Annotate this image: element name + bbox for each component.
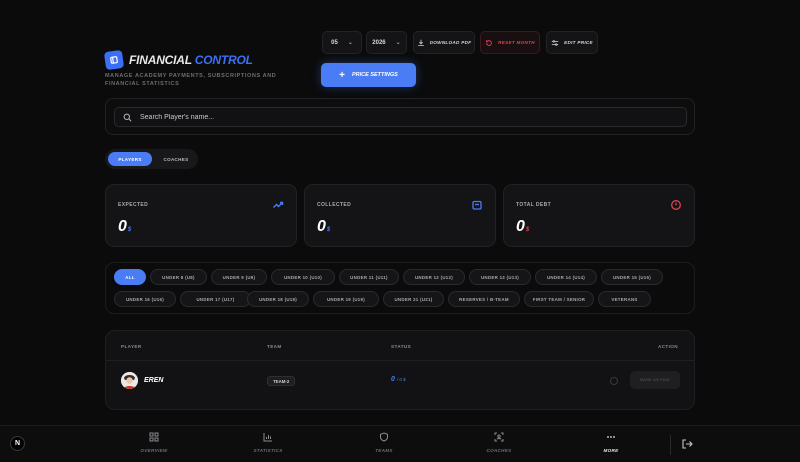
collected-label: COLLECTED (317, 202, 352, 208)
filter-chip[interactable]: UNDER 18 (U18) (247, 291, 309, 307)
role-toggle: PLAYERS COACHES (105, 149, 198, 169)
filter-chip[interactable]: UNDER 21 (U21) (383, 291, 444, 307)
column-header-action: ACTION (657, 344, 678, 349)
download-pdf-button[interactable]: DOWNLOAD PDF (413, 31, 475, 54)
filter-chip[interactable]: UNDER 8 (U8) (150, 269, 207, 285)
nav-item-teams[interactable]: TEAMS (354, 432, 414, 460)
total-debt-card: TOTAL DEBT 0$ (503, 184, 695, 247)
wallet-icon (472, 200, 482, 210)
filter-chip[interactable]: UNDER 19 (U19) (313, 291, 379, 307)
search-panel (105, 98, 695, 135)
expected-card: EXPECTED 0$ (105, 184, 297, 247)
search-bar (114, 107, 687, 127)
column-header-team: TEAM (267, 344, 282, 349)
alert-circle-icon (671, 200, 681, 210)
bottom-nav: N OVERVIEW STATISTICS TEAMS COACHES MORE (0, 425, 800, 462)
more-dots-icon (607, 436, 615, 438)
team-badge: TEAM-2 (267, 376, 296, 386)
year-select[interactable]: 2026 ⌄ (366, 31, 407, 54)
player-name: EREN (144, 377, 164, 384)
app-logo-icon (103, 49, 125, 71)
filter-chip[interactable]: UNDER 14 (U14) (535, 269, 597, 285)
loading-icon (610, 377, 618, 385)
download-icon (417, 39, 424, 46)
nav-item-more[interactable]: MORE (581, 432, 641, 460)
table-row[interactable]: EREN TEAM-2 0 / 0 $ MARK AS PAID (106, 361, 694, 409)
filter-chip[interactable]: UNDER 10 (U10) (271, 269, 335, 285)
scan-user-icon (494, 432, 504, 442)
tab-players[interactable]: PLAYERS (108, 152, 152, 166)
column-header-status: STATUS (391, 344, 412, 349)
nav-item-overview[interactable]: OVERVIEW (124, 432, 184, 460)
shield-icon (380, 432, 388, 442)
filter-chip[interactable]: UNDER 16 (U16) (114, 291, 176, 307)
payments-table: PLAYER TEAM STATUS ACTION EREN TEAM-2 0 … (105, 330, 695, 410)
filter-chip[interactable]: VETERANS (598, 291, 651, 307)
search-input[interactable] (140, 113, 640, 121)
filter-chip[interactable]: UNDER 9 (U9) (211, 269, 267, 285)
trending-up-icon (273, 201, 284, 208)
chevron-down-icon: ⌄ (347, 40, 353, 46)
filter-chip[interactable]: RESERVES / B-TEAM (448, 291, 520, 307)
total-debt-value: 0$ (516, 218, 530, 235)
nav-item-coaches[interactable]: COACHES (469, 432, 529, 460)
plus-icon: + (339, 69, 345, 81)
filter-chip[interactable]: UNDER 13 (U13) (469, 269, 531, 285)
age-group-filters: ALL UNDER 8 (U8) UNDER 9 (U9) UNDER 10 (… (105, 262, 695, 314)
table-header: PLAYER TEAM STATUS ACTION (106, 331, 694, 361)
avatar (121, 372, 138, 389)
mark-as-paid-button[interactable]: MARK AS PAID (630, 371, 680, 389)
collected-card: COLLECTED 0$ (304, 184, 496, 247)
filter-chip[interactable]: UNDER 11 (U11) (339, 269, 399, 285)
filter-chip[interactable]: UNDER 15 (U15) (601, 269, 663, 285)
collected-value: 0$ (317, 218, 331, 235)
expected-value: 0$ (118, 218, 132, 235)
chevron-down-icon: ⌄ (395, 40, 401, 46)
brand-logo[interactable]: N (10, 436, 25, 451)
search-icon (123, 113, 132, 121)
logout-icon[interactable] (681, 438, 693, 450)
nav-divider (670, 435, 671, 455)
refresh-icon (486, 39, 492, 46)
filter-chip[interactable]: UNDER 12 (U12) (403, 269, 465, 285)
grid-icon (149, 432, 159, 442)
total-debt-label: TOTAL DEBT (516, 202, 552, 208)
payment-status: 0 / 0 $ (391, 376, 406, 383)
filter-chip[interactable]: UNDER 17 (U17) (180, 291, 251, 307)
page-subtitle: MANAGE ACADEMY PAYMENTS, SUBSCRIPTIONS A… (105, 73, 277, 87)
column-header-player: PLAYER (121, 344, 142, 349)
filter-chip[interactable]: ALL (114, 269, 146, 285)
expected-label: EXPECTED (118, 202, 149, 208)
bar-chart-icon (263, 433, 272, 442)
edit-price-button[interactable]: EDIT PRICE (546, 31, 598, 54)
filter-chip[interactable]: FIRST TEAM / SENIOR (524, 291, 594, 307)
sliders-icon (551, 39, 559, 46)
tab-coaches[interactable]: COACHES (155, 152, 197, 166)
nav-item-statistics[interactable]: STATISTICS (238, 432, 298, 460)
page-title: FINANCIAL CONTROL (129, 53, 253, 67)
price-settings-button[interactable]: + PRICE SETTINGS (321, 63, 416, 87)
reset-month-button[interactable]: RESET MONTH (480, 31, 540, 54)
month-select[interactable]: 05 ⌄ (322, 31, 362, 54)
